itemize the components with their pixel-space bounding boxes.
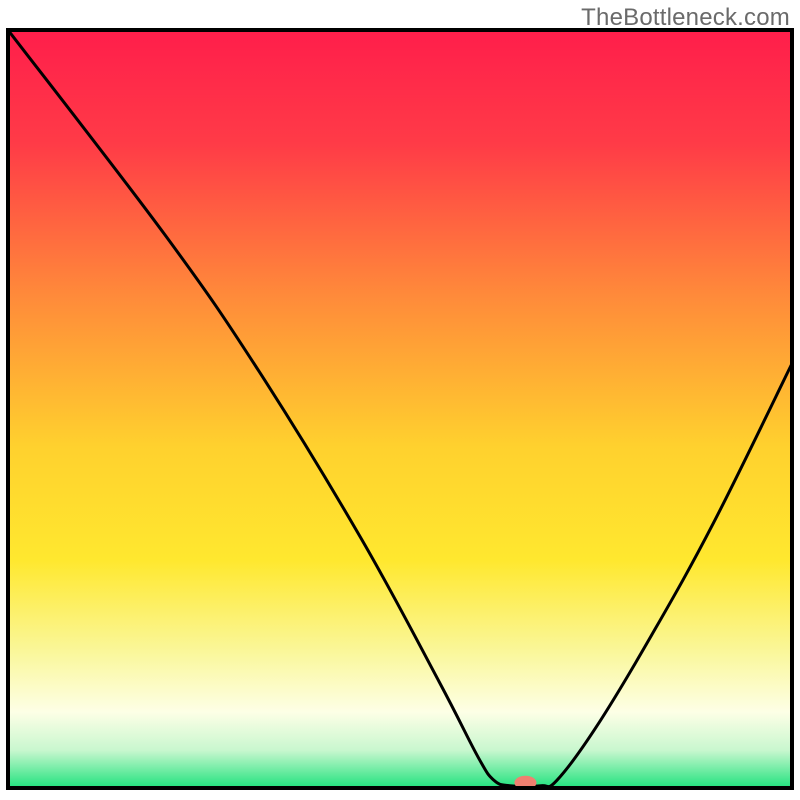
bottleneck-chart: TheBottleneck.com [0, 0, 800, 800]
watermark-text: TheBottleneck.com [581, 4, 790, 32]
gradient-background [8, 30, 792, 788]
chart-svg [0, 0, 800, 800]
plot-area [8, 30, 792, 790]
